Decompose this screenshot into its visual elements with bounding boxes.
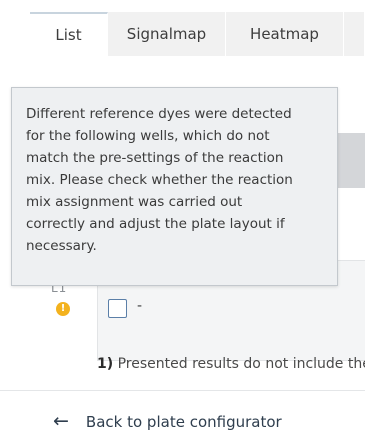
back-link-label: Back to plate configurator: [85, 412, 282, 431]
reference-dye-warning-tooltip: Different reference dyes were detected f…: [11, 87, 338, 286]
divider: [0, 390, 365, 391]
tooltip-line: correctly and adjust the plate layout if: [26, 216, 285, 232]
tab-bar: List Signalmap Heatmap: [30, 12, 365, 56]
tab-list[interactable]: List: [30, 12, 108, 56]
footnote: 1) Presented results do not include the: [97, 356, 365, 372]
back-to-plate-configurator-link[interactable]: ← Back to plate configurator: [53, 412, 282, 431]
tooltip-line: necessary.: [26, 238, 97, 254]
tooltip-line: Different reference dyes were detected: [26, 106, 292, 122]
footnote-text: Presented results do not include the: [113, 356, 365, 372]
warning-icon: !: [56, 302, 70, 316]
arrow-left-icon: ←: [53, 410, 69, 432]
footnote-number: 1): [97, 356, 114, 372]
tooltip-line: mix assignment was carried out: [26, 194, 243, 210]
tooltip-line: match the pre-settings of the reaction: [26, 150, 284, 166]
well-value: -: [137, 298, 143, 314]
well-checkbox[interactable]: [108, 299, 127, 318]
tab-signalmap[interactable]: Signalmap: [108, 12, 226, 56]
tab-overflow[interactable]: [344, 12, 365, 56]
tooltip-line: for the following wells, which do not: [26, 128, 270, 144]
tab-heatmap[interactable]: Heatmap: [226, 12, 344, 56]
tooltip-line: mix. Please check whether the reaction: [26, 172, 293, 188]
